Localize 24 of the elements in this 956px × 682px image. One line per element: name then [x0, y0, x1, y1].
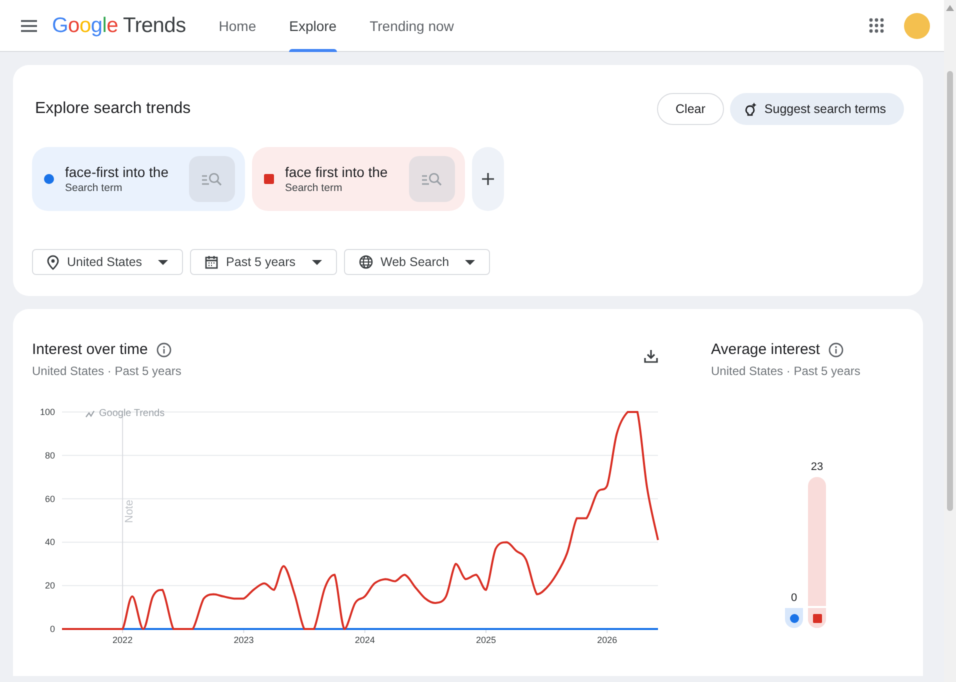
- x-axis-label: 2025: [476, 635, 496, 645]
- search-term-label: Search term: [285, 182, 344, 194]
- x-axis-label: 2026: [597, 635, 618, 645]
- section-title: Explore search trends: [35, 100, 192, 118]
- bar-value-label: 0: [790, 592, 798, 604]
- y-axis-label: 0: [50, 624, 55, 634]
- y-axis-label: 80: [44, 450, 55, 460]
- x-axis-label: 2024: [354, 635, 375, 645]
- note-label: Note: [124, 500, 136, 523]
- bar-value-label: 23: [810, 460, 824, 473]
- x-axis-label: 2022: [112, 635, 133, 645]
- y-axis-label: 20: [44, 580, 55, 591]
- y-axis-label: 40: [44, 537, 55, 548]
- chart-title: Average interest: [711, 341, 820, 358]
- google-trends-watermark: Google Trends: [86, 408, 165, 419]
- x-axis-label: 2023: [234, 635, 254, 645]
- search-term-label: Search term: [65, 182, 124, 194]
- chart-title: Interest over time: [32, 341, 148, 358]
- search-term-text: face-first into the: [65, 164, 170, 180]
- chart-subtitle: United States · Past 5 years: [32, 364, 182, 378]
- y-axis-label: 60: [44, 494, 55, 504]
- chart-subtitle: United States · Past 5 years: [711, 364, 862, 378]
- y-axis-label: 100: [40, 407, 55, 417]
- search-term-text: face first into the: [285, 164, 389, 180]
